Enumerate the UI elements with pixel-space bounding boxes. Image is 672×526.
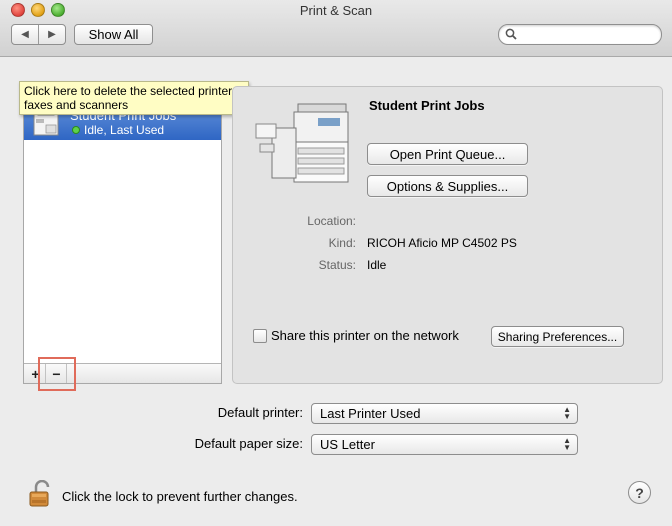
nav-segment: ◀ ▶ — [11, 24, 66, 45]
printer-icon — [255, 103, 349, 183]
kind-value: RICOH Aficio MP C4502 PS — [367, 236, 517, 250]
printer-list: Student Print Jobs Idle, Last Used + − — [23, 86, 222, 384]
highlight-annotation — [38, 357, 76, 391]
default-paper-select[interactable]: US Letter ▲ ▼ — [311, 434, 578, 455]
status-value: Idle — [367, 258, 387, 272]
printer-status: Idle, Last Used — [72, 123, 164, 137]
search-input[interactable] — [498, 24, 662, 45]
printer-detail-name: Student Print Jobs — [369, 98, 485, 113]
window-title: Print & Scan — [299, 3, 373, 18]
share-label: Share this printer on the network — [271, 328, 459, 343]
default-printer-label: Default printer: — [217, 405, 303, 420]
back-button[interactable]: ◀ — [12, 25, 38, 44]
default-paper-value: US Letter — [320, 437, 375, 452]
share-checkbox[interactable] — [253, 328, 267, 343]
status-dot-icon — [72, 126, 80, 134]
share-printer-toggle[interactable]: Share this printer on the network — [253, 328, 459, 343]
window-titlebar: Print & Scan ◀ ▶ Show All — [0, 0, 672, 57]
popup-arrows-icon: ▲ ▼ — [563, 405, 571, 421]
search-icon — [505, 28, 517, 40]
default-paper-label: Default paper size: — [194, 436, 303, 451]
show-all-button[interactable]: Show All — [74, 24, 153, 45]
printer-status-text: Idle, Last Used — [84, 123, 165, 137]
remove-tooltip: Click here to delete the selected printe… — [19, 81, 249, 115]
lock-text: Click the lock to prevent further change… — [62, 489, 298, 504]
options-supplies-button[interactable]: Options & Supplies... — [367, 175, 528, 197]
sharing-preferences-button[interactable]: Sharing Preferences... — [491, 326, 624, 347]
lock-icon[interactable] — [28, 480, 54, 508]
default-printer-value: Last Printer Used — [320, 406, 421, 421]
status-label: Status: — [318, 258, 356, 272]
default-printer-select[interactable]: Last Printer Used ▲ ▼ — [311, 403, 578, 424]
open-print-queue-button[interactable]: Open Print Queue... — [367, 143, 528, 165]
forward-button[interactable]: ▶ — [38, 25, 65, 44]
help-button[interactable]: ? — [628, 481, 651, 504]
popup-arrows-icon: ▲ ▼ — [563, 436, 571, 452]
location-label: Location: — [307, 214, 356, 228]
kind-label: Kind: — [328, 236, 356, 250]
